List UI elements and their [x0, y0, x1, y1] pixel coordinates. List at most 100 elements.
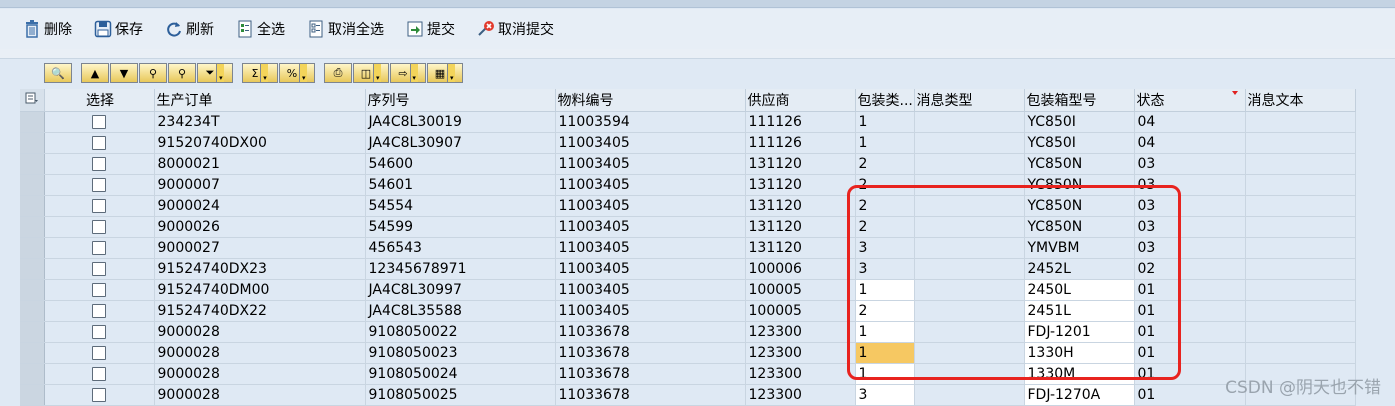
row-selector[interactable] — [20, 384, 45, 406]
row-selector[interactable] — [20, 216, 45, 238]
cell-vendor: 100006 — [745, 258, 856, 280]
row-selector[interactable] — [20, 132, 45, 154]
cell-message-type — [914, 279, 1025, 301]
col-header-material-number[interactable]: 物料编号 — [555, 89, 746, 112]
cell-package-type[interactable]: 1 — [855, 342, 915, 364]
cell-message-text — [1245, 153, 1356, 175]
select-all-button[interactable]: 全选 — [235, 14, 285, 44]
save-button[interactable]: 保存 — [93, 14, 143, 44]
cell-box-model: YC850I — [1024, 132, 1135, 154]
cell-box-model[interactable]: FDJ-1201 — [1024, 321, 1135, 343]
cancel-submit-button[interactable]: 取消提交 — [476, 14, 554, 44]
select-checkbox[interactable] — [92, 387, 106, 402]
refresh-button[interactable]: 刷新 — [164, 14, 214, 44]
table-row[interactable]: 9000007 54601 11003405 131120 2 YC850N 03 — [20, 174, 1356, 196]
table-row[interactable]: 9000026 54599 11003405 131120 2 YC850N 03 — [20, 216, 1356, 238]
table-row[interactable]: 91524740DX23 12345678971 11003405 100006 3 24… — [20, 258, 1356, 280]
table-row[interactable]: 9000028 9108050025 11033678 123300 3 FDJ-1270… — [20, 384, 1356, 406]
row-selector[interactable] — [20, 363, 45, 385]
row-selector[interactable] — [20, 321, 45, 343]
table-row[interactable]: 9000027 456543 11003405 131120 3 YMVBM 03 — [20, 237, 1356, 259]
row-selector[interactable] — [20, 237, 45, 259]
select-all-rows-icon[interactable] — [20, 89, 45, 112]
cell-box-model[interactable]: 2450L — [1024, 279, 1135, 301]
cell-package-type[interactable]: 2 — [855, 300, 915, 322]
table-row[interactable]: 9000024 54554 11003405 131120 2 YC850N 03 — [20, 195, 1356, 217]
select-checkbox[interactable] — [92, 219, 106, 234]
sort-indicator-icon — [1232, 91, 1238, 95]
col-header-package-type[interactable]: 包装类... — [855, 89, 915, 112]
cell-package-type[interactable]: 1 — [855, 321, 915, 343]
row-selector[interactable] — [20, 174, 45, 196]
cell-package-type[interactable]: 3 — [855, 384, 915, 406]
table-row[interactable]: 9000028 9108050024 11033678 123300 1 1330M 01 — [20, 363, 1356, 385]
table-row[interactable]: 91524740DX22 JA4C8L35588 11003405 100005 2 24… — [20, 300, 1356, 322]
table-row[interactable]: 91524740DM00 JA4C8L30997 11003405 100005 1 24… — [20, 279, 1356, 301]
select-checkbox[interactable] — [92, 114, 106, 129]
row-selector[interactable] — [20, 300, 45, 322]
select-checkbox[interactable] — [92, 198, 106, 213]
dropdown-arrow-icon: ▾ — [260, 64, 269, 82]
cell-box-model[interactable]: FDJ-1270A — [1024, 384, 1135, 406]
alv-subtotal-button[interactable]: % ▾ — [279, 63, 315, 83]
select-checkbox[interactable] — [92, 366, 106, 381]
refresh-label: 刷新 — [186, 22, 214, 38]
alv-filter-button[interactable]: ⏷ ▾ — [197, 63, 233, 83]
alv-find-button[interactable]: ⚲ — [139, 63, 167, 83]
row-selector[interactable] — [20, 258, 45, 280]
select-checkbox[interactable] — [92, 156, 106, 171]
cell-serial-number: 9108050025 — [365, 384, 556, 406]
select-checkbox[interactable] — [92, 282, 106, 297]
col-header-serial-number[interactable]: 序列号 — [365, 89, 556, 112]
row-selector[interactable] — [20, 195, 45, 217]
select-checkbox[interactable] — [92, 303, 106, 318]
submit-button[interactable]: 提交 — [405, 14, 455, 44]
select-checkbox[interactable] — [92, 345, 106, 360]
row-selector[interactable] — [20, 279, 45, 301]
alv-views-button[interactable]: ◫ ▾ — [353, 63, 389, 83]
table-row[interactable]: 234234T JA4C8L30019 11003594 111126 1 YC850I 0… — [20, 111, 1356, 133]
refresh-icon — [164, 19, 184, 39]
cell-production-order: 234234T — [154, 111, 366, 133]
select-checkbox[interactable] — [92, 240, 106, 255]
cell-material-number: 11003405 — [555, 258, 746, 280]
cell-status: 03 — [1134, 216, 1246, 238]
grid-header-row: 选择 生产订单 序列号 物料编号 供应商 包装类... 消息类型 包装箱型号 状… — [20, 89, 1356, 112]
table-row[interactable]: 8000021 54600 11003405 131120 2 YC850N 03 — [20, 153, 1356, 175]
delete-button[interactable]: 删除 — [22, 14, 72, 44]
select-checkbox[interactable] — [92, 177, 106, 192]
col-header-status[interactable]: 状态 — [1134, 89, 1246, 112]
cell-box-model[interactable]: 1330M — [1024, 363, 1135, 385]
select-all-icon — [235, 19, 255, 39]
alv-sort-asc-button[interactable]: ▲ — [81, 63, 109, 83]
cell-package-type[interactable]: 1 — [855, 279, 915, 301]
select-checkbox[interactable] — [92, 324, 106, 339]
cell-box-model[interactable]: 2451L — [1024, 300, 1135, 322]
col-header-select[interactable]: 选择 — [44, 89, 155, 112]
dropdown-arrow-icon: ▾ — [373, 64, 382, 82]
alv-sum-button[interactable]: Σ ▾ — [242, 63, 278, 83]
deselect-all-button[interactable]: 取消全选 — [306, 14, 384, 44]
table-row[interactable]: 91520740DX00 JA4C8L30907 11003405 111126 1 YC… — [20, 132, 1356, 154]
col-header-box-model[interactable]: 包装箱型号 — [1024, 89, 1135, 112]
alv-find-next-button[interactable]: ⚲ — [168, 63, 196, 83]
table-row[interactable]: 9000028 9108050023 11033678 123300 1 1330H 01 — [20, 342, 1356, 364]
col-header-production-order[interactable]: 生产订单 — [154, 89, 366, 112]
row-selector[interactable] — [20, 111, 45, 133]
alv-export-button[interactable]: ⇨ ▾ — [390, 63, 426, 83]
cell-box-model[interactable]: 1330H — [1024, 342, 1135, 364]
select-checkbox[interactable] — [92, 135, 106, 150]
col-header-message-type[interactable]: 消息类型 — [914, 89, 1025, 112]
cell-package-type[interactable]: 1 — [855, 363, 915, 385]
table-row[interactable]: 9000028 9108050022 11033678 123300 1 FDJ-1201… — [20, 321, 1356, 343]
select-checkbox[interactable] — [92, 261, 106, 276]
cell-material-number: 11003405 — [555, 300, 746, 322]
col-header-vendor[interactable]: 供应商 — [745, 89, 856, 112]
col-header-message-text[interactable]: 消息文本 — [1245, 89, 1356, 112]
row-selector[interactable] — [20, 342, 45, 364]
alv-print-button[interactable]: ⎙ — [324, 63, 352, 83]
row-selector[interactable] — [20, 153, 45, 175]
alv-details-button[interactable]: 🔍 — [44, 63, 72, 83]
alv-layout-button[interactable]: ▦ ▾ — [427, 63, 463, 83]
alv-sort-desc-button[interactable]: ▼ — [110, 63, 138, 83]
